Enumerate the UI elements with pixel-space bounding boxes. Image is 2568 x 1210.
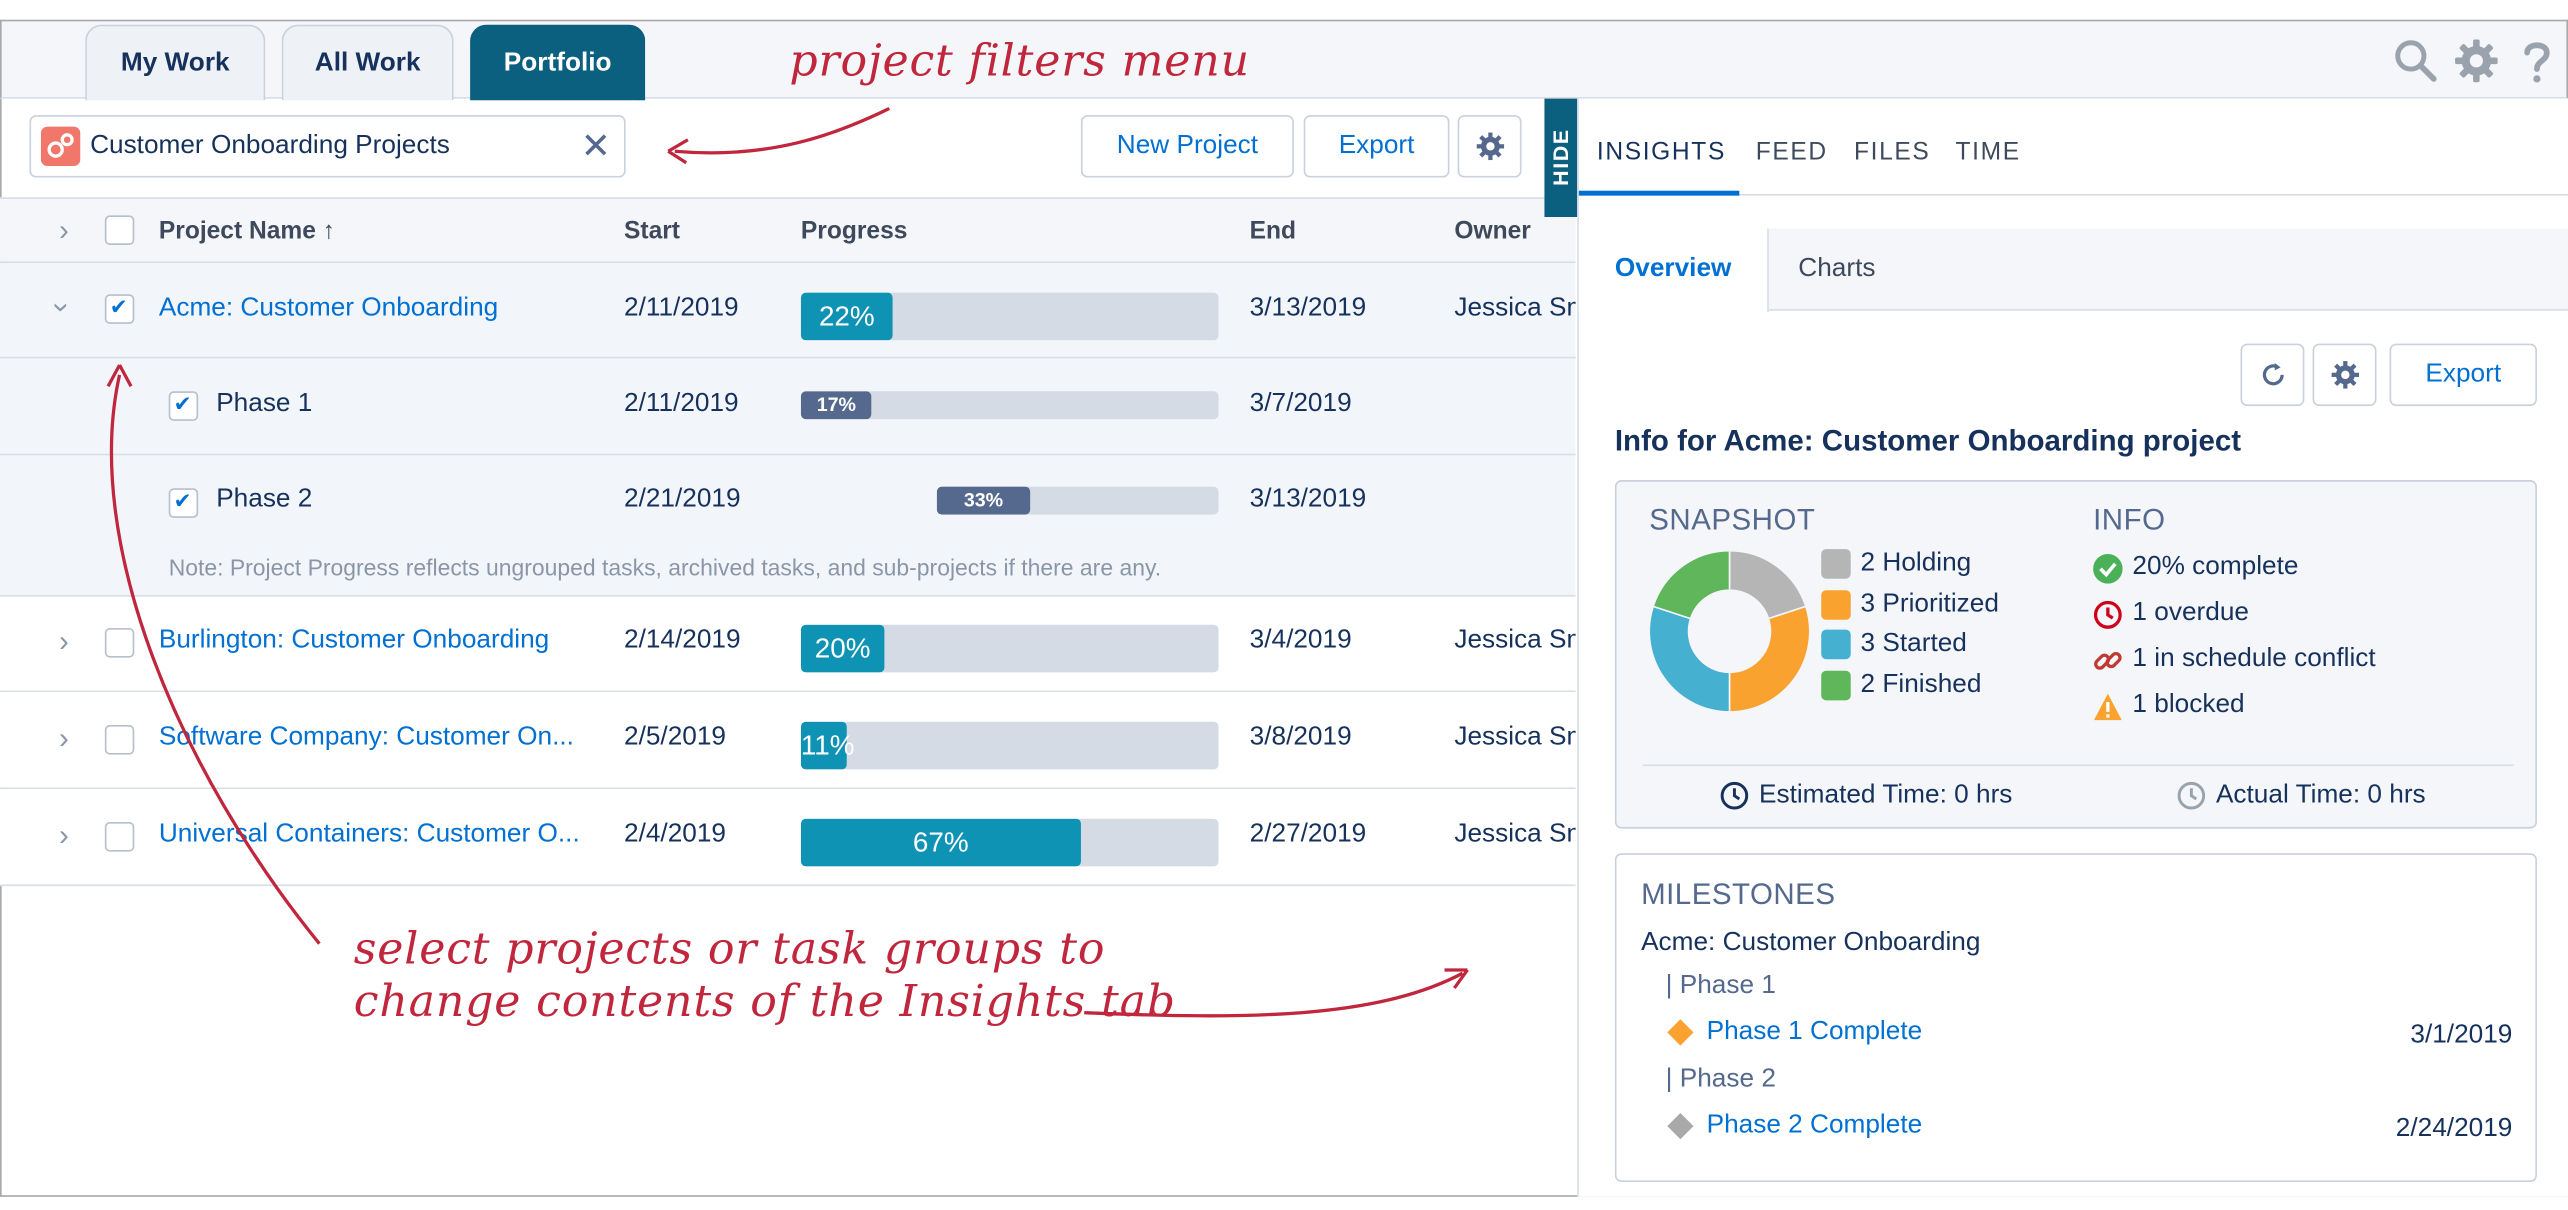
annotation-arrows bbox=[106, 107, 1469, 1018]
screenshot-stage: My Work All Work Portfolio Customer Onbo… bbox=[0, 0, 2568, 1210]
